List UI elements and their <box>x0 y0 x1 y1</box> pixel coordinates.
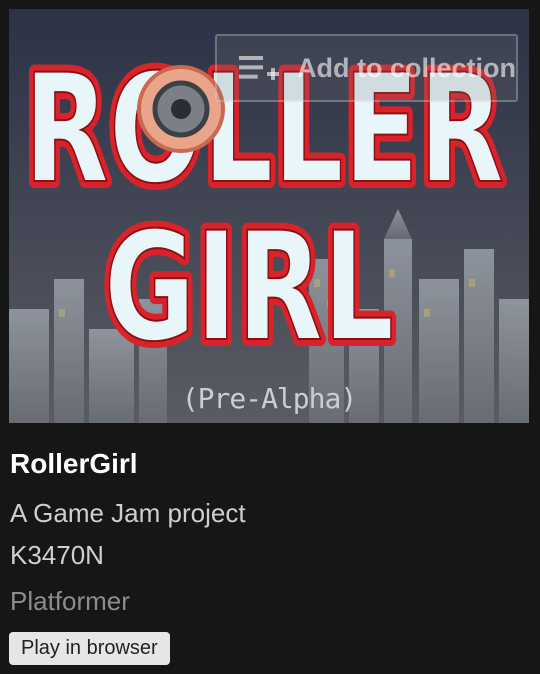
collection-list-icon <box>239 56 279 80</box>
add-to-collection-label: Add to collection <box>297 52 516 83</box>
game-author[interactable]: K3470N <box>10 540 104 571</box>
skate-wheel-icon <box>137 65 225 153</box>
game-thumbnail[interactable]: ROLLER ROLLER GIRL GIRL (Pre-Alpha) Add <box>9 9 529 423</box>
game-card: ROLLER ROLLER GIRL GIRL (Pre-Alpha) Add <box>0 0 540 674</box>
play-in-browser-button[interactable]: Play in browser <box>9 632 170 665</box>
add-to-collection-button[interactable]: Add to collection <box>215 34 518 102</box>
thumbnail-subtitle: (Pre-Alpha) <box>181 382 357 415</box>
game-genre: Platformer <box>10 586 130 616</box>
game-title[interactable]: RollerGirl <box>10 448 138 480</box>
game-description: A Game Jam project <box>10 498 246 528</box>
